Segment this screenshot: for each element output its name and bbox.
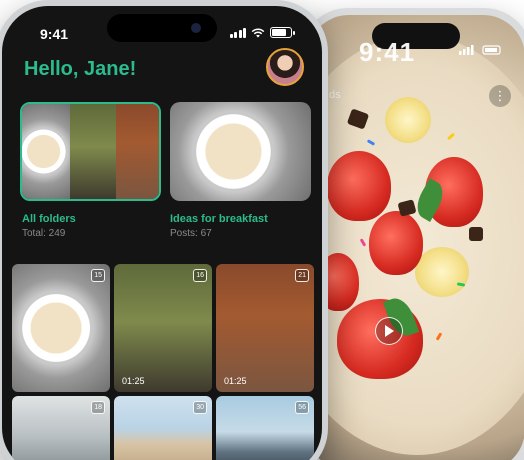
back-header-partial-text: ds (329, 89, 341, 101)
media-grid: 15 16 01:25 21 01:25 18 30 56 (12, 264, 318, 460)
wifi-icon (251, 27, 265, 37)
media-tile[interactable]: 21 01:25 (216, 264, 314, 392)
chocolate-piece (469, 227, 483, 241)
avatar[interactable] (266, 48, 304, 86)
video-duration: 01:25 (122, 376, 145, 386)
media-tile[interactable]: 30 (114, 396, 212, 460)
play-triangle (385, 325, 394, 337)
back-phone-screen: 9:41 ds ⋮ (307, 15, 524, 460)
signal-icon (229, 27, 246, 38)
media-tile[interactable]: 15 (12, 264, 110, 392)
folder-thumb-photo (70, 104, 116, 199)
greeting-title: Hello, Jane! (24, 58, 137, 80)
folder-count: Posts: 67 (170, 228, 212, 239)
folder-thumb-photo (22, 104, 70, 199)
item-count-badge: 56 (295, 401, 309, 414)
item-count-badge: 21 (295, 269, 309, 282)
dynamic-island (107, 14, 217, 42)
item-count-badge: 18 (91, 401, 105, 414)
status-bar-icons (229, 27, 295, 38)
folder-card-all-folders[interactable] (20, 102, 161, 201)
more-vertical-icon[interactable]: ⋮ (489, 85, 511, 107)
strawberry-slice (327, 151, 391, 221)
banana-slice (415, 247, 469, 297)
play-icon[interactable] (375, 317, 403, 345)
folder-thumb-photo (116, 104, 159, 199)
status-time: 9:41 (40, 26, 69, 42)
strawberry-slice (369, 211, 423, 275)
back-lock-time: 9:41 (359, 37, 416, 67)
battery-icon (270, 27, 295, 38)
status-icons (459, 45, 501, 55)
media-tile[interactable]: 56 (216, 396, 314, 460)
video-duration: 01:25 (224, 376, 247, 386)
item-count-badge: 16 (193, 269, 207, 282)
folder-card-ideas-for-breakfast[interactable] (170, 102, 311, 201)
item-count-badge: 30 (193, 401, 207, 414)
banana-slice (385, 97, 431, 143)
folder-title[interactable]: All folders (22, 213, 76, 225)
item-count-badge: 15 (91, 269, 105, 282)
folder-title[interactable]: Ideas for breakfast (170, 213, 268, 225)
front-phone-screen: 9:41 Hello, Jane! All folders Total: 249… (2, 6, 322, 460)
camera-icon (191, 23, 201, 33)
folder-count: Total: 249 (22, 228, 66, 239)
media-tile[interactable]: 18 (12, 396, 110, 460)
back-phone: 9:41 ds ⋮ (300, 8, 524, 460)
media-tile[interactable]: 16 01:25 (114, 264, 212, 392)
front-phone: 9:41 Hello, Jane! All folders Total: 249… (0, 0, 328, 460)
back-status-icons (459, 45, 503, 58)
